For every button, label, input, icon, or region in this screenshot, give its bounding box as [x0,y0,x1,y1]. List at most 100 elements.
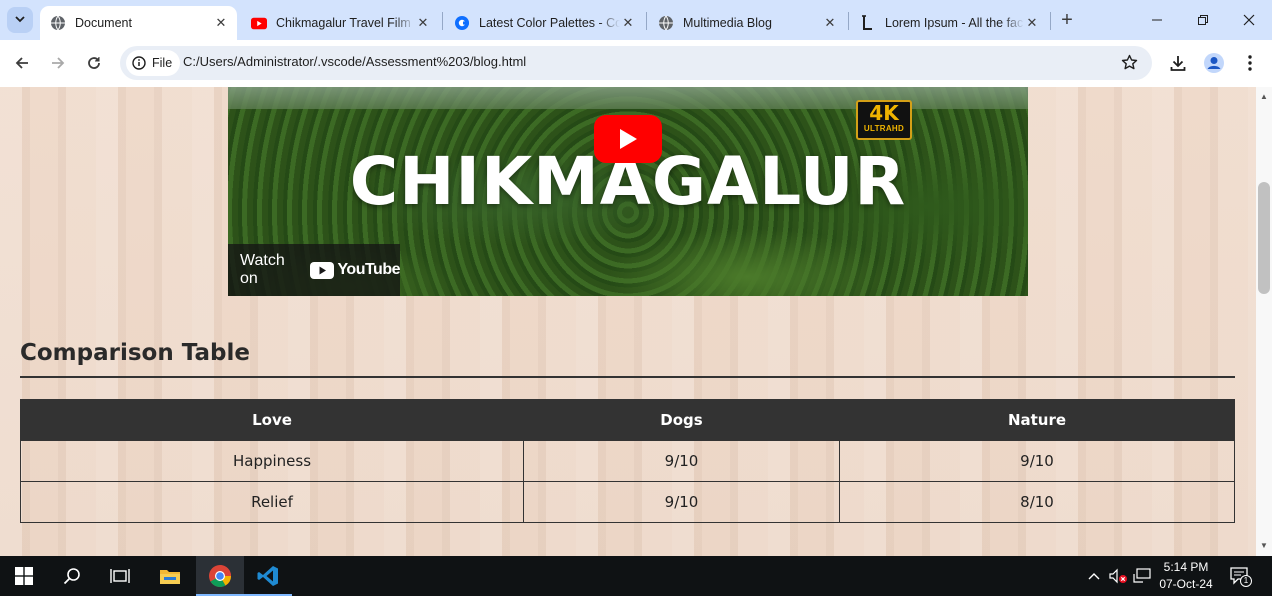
back-button[interactable] [8,49,36,77]
plus-icon: + [1061,8,1073,31]
tab-title: Document [75,16,132,30]
restore-button[interactable] [1180,0,1226,40]
tab-multimedia-blog[interactable]: Multimedia Blog ✕ [648,6,846,40]
close-icon [1243,14,1255,26]
scroll-up-arrow-icon[interactable]: ▲ [1260,93,1268,101]
tab-separator [1050,12,1051,30]
column-header: Nature [839,399,1235,441]
coolors-icon [454,15,470,31]
close-icon[interactable]: ✕ [620,15,636,31]
minimize-button[interactable] [1134,0,1180,40]
clock-time: 5:14 PM [1163,560,1209,574]
vertical-scrollbar[interactable]: ▲ ▼ [1256,87,1272,556]
browser-toolbar: File C:/Users/Administrator/.vscode/Asse… [0,40,1272,87]
scroll-down-arrow-icon[interactable]: ▼ [1260,542,1268,550]
notification-count-badge: 1 [1240,575,1252,587]
restore-icon [1198,15,1208,25]
close-icon[interactable]: ✕ [213,15,229,31]
table-cell: 9/10 [839,440,1235,482]
section-divider [20,376,1235,378]
globe-icon [658,15,674,31]
chrome-icon [209,565,231,587]
globe-icon [50,15,66,31]
notifications-button[interactable]: 1 [1230,566,1252,587]
play-button[interactable] [594,115,662,163]
section-title: Comparison Table [20,340,250,366]
table-cell: 9/10 [523,440,840,482]
tab-separator [442,12,443,30]
youtube-logo: YouTube [310,261,400,279]
arrow-left-icon [15,57,28,69]
url-text[interactable]: C:/Users/Administrator/.vscode/Assessmen… [183,54,526,69]
reload-button[interactable] [80,49,108,77]
close-window-button[interactable] [1226,0,1272,40]
watch-on-label: Watch on [240,252,285,287]
table-row: Happiness 9/10 9/10 [20,440,1235,482]
vscode-icon [257,566,278,586]
reload-icon [88,57,100,69]
tab-document[interactable]: Document ✕ [40,6,237,40]
lipsum-icon [860,15,876,31]
chevron-up-icon [1088,573,1100,580]
vscode-taskbar-button[interactable] [244,556,292,596]
close-icon[interactable]: ✕ [415,15,431,31]
address-bar[interactable]: File C:/Users/Administrator/.vscode/Asse… [120,46,1152,80]
network-button[interactable] [1132,566,1152,586]
youtube-icon [310,261,335,279]
tab-coolors[interactable]: Latest Color Palettes - Coolors ✕ [444,6,644,40]
watch-on-youtube-button[interactable]: Watch on YouTube [228,244,400,296]
browser-tab-strip: Document ✕ Chikmagalur Travel Film | Kar… [0,0,1272,40]
youtube-icon [251,15,267,31]
ultrahd-label: ULTRAHD [863,124,905,133]
scrollbar-thumb[interactable] [1258,182,1270,294]
column-header: Love [20,399,524,441]
taskbar-clock[interactable]: 5:14 PM 07-Oct-24 [1150,559,1222,593]
youtube-video-embed[interactable]: CHIKMAGALUR 4K ULTRAHD Watch on YouTube [228,87,1028,296]
close-icon[interactable]: ✕ [822,15,838,31]
chrome-taskbar-button[interactable] [196,556,244,596]
file-explorer-button[interactable] [146,556,194,596]
profile-button[interactable] [1202,51,1226,75]
forward-button[interactable] [44,49,72,77]
download-button[interactable] [1166,51,1190,75]
column-header: Dogs [523,399,840,441]
table-cell: Relief [20,481,524,523]
comparison-table: Love Dogs Nature Happiness 9/10 9/10 Rel… [20,399,1235,523]
bookmark-star-icon[interactable] [1121,54,1138,74]
network-icon [1133,568,1151,583]
tab-title: Latest Color Palettes - Coolors [479,16,620,30]
arrow-right-icon [52,57,65,69]
show-hidden-icons-button[interactable] [1084,566,1104,586]
menu-button[interactable] [1238,51,1262,75]
minimize-icon [1152,19,1162,21]
task-view-button[interactable] [96,556,144,596]
chevron-down-icon [14,13,26,28]
table-cell: 8/10 [839,481,1235,523]
task-view-icon [110,569,130,583]
avatar-icon [1204,53,1224,73]
new-tab-button[interactable]: + [1055,8,1079,32]
volume-button[interactable] [1108,566,1128,586]
4k-badge: 4K ULTRAHD [856,100,912,140]
search-button[interactable] [48,556,96,596]
windows-taskbar: 5:14 PM 07-Oct-24 1 [0,556,1272,596]
folder-icon [160,570,180,584]
tab-lorem-ipsum[interactable]: Lorem Ipsum - All the facts ✕ [850,6,1048,40]
windows-logo-icon [15,567,33,585]
play-icon [620,129,637,149]
site-info-label: File [152,56,173,70]
tab-title: Lorem Ipsum - All the facts [885,16,1024,30]
start-button[interactable] [0,556,48,596]
clock-date: 07-Oct-24 [1159,577,1213,591]
tab-youtube[interactable]: Chikmagalur Travel Film | Karnataka ✕ [241,6,439,40]
download-icon [1170,56,1186,71]
table-row: Relief 9/10 8/10 [20,481,1235,523]
site-info-chip[interactable]: File [126,50,181,76]
table-cell: 9/10 [523,481,840,523]
table-header-row: Love Dogs Nature [20,399,1235,441]
close-icon[interactable]: ✕ [1024,15,1040,31]
tab-search-button[interactable] [7,7,33,33]
4k-badge-label: 4K [869,101,899,125]
more-vert-icon [1248,55,1252,71]
volume-muted-icon [1109,568,1127,584]
